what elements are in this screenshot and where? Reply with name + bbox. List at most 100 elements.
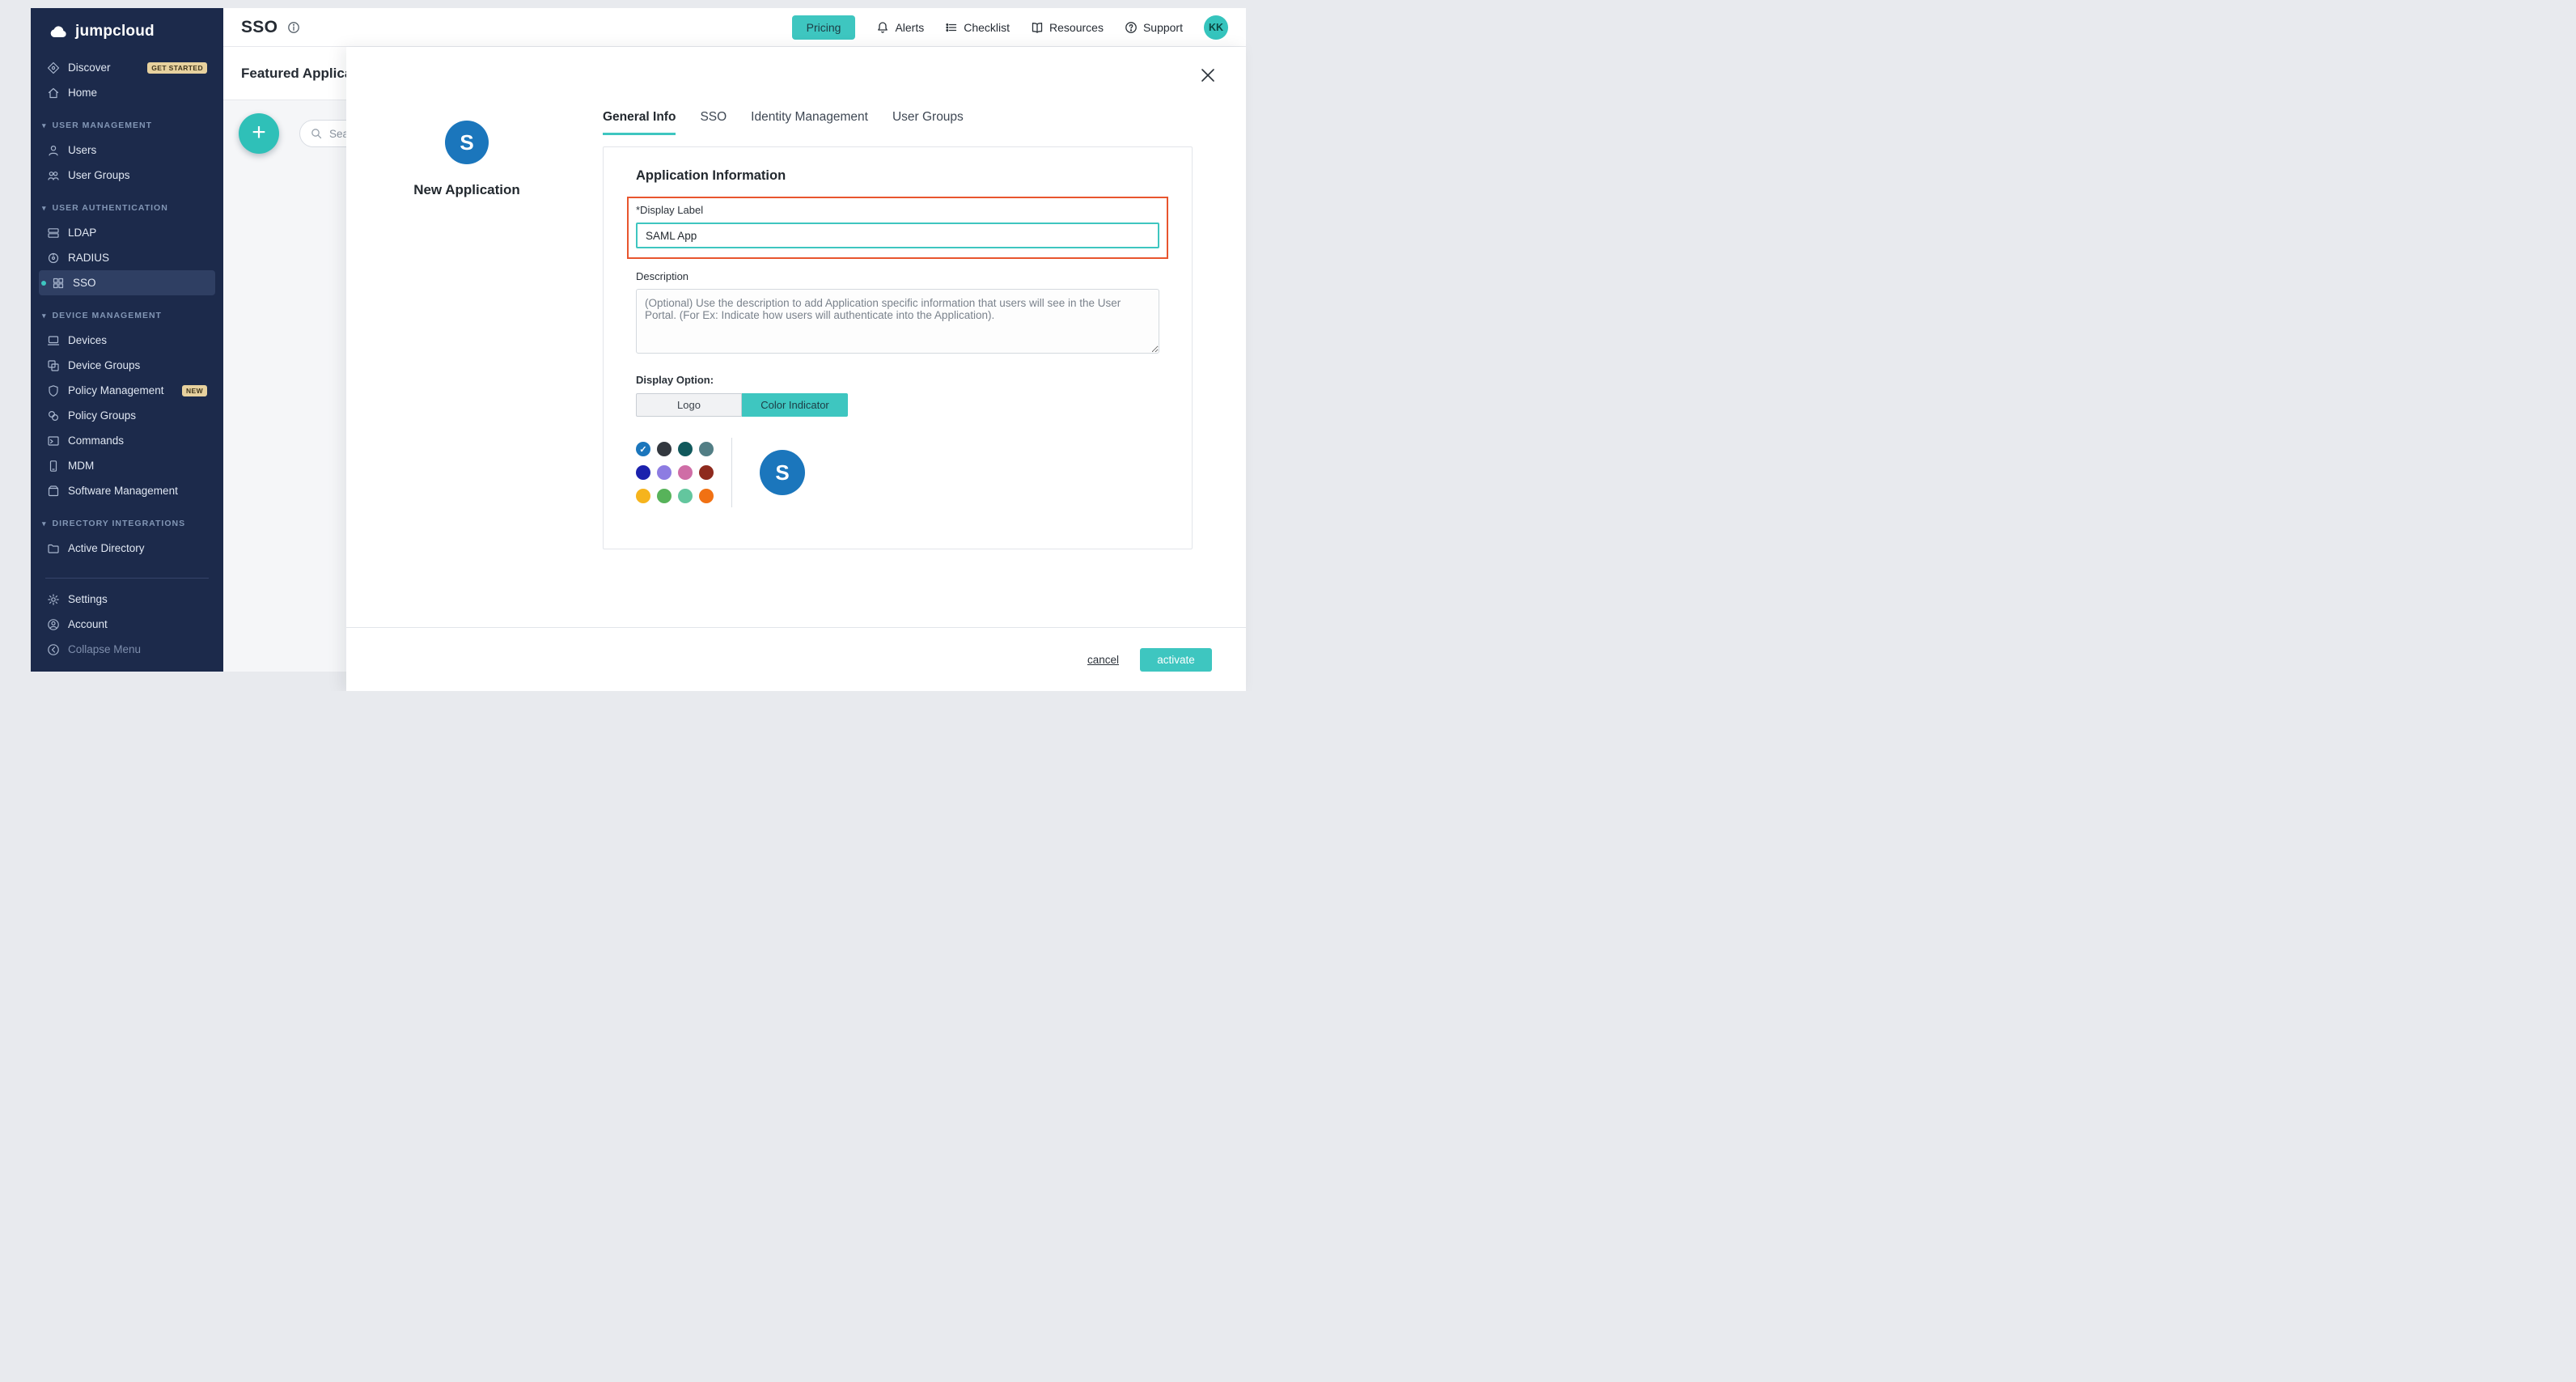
sidebar-item-label: Account xyxy=(68,618,108,630)
sidebar-item-ldap[interactable]: LDAP xyxy=(39,220,215,245)
alerts-button[interactable]: Alerts xyxy=(876,21,924,34)
sidebar-section-directory-integrations[interactable]: ▾ DIRECTORY INTEGRATIONS xyxy=(39,511,215,536)
tab-general-info[interactable]: General Info xyxy=(603,110,676,135)
sidebar-item-account[interactable]: Account xyxy=(39,612,215,637)
sidebar-item-commands[interactable]: Commands xyxy=(39,428,215,453)
panel-footer: cancel activate xyxy=(346,627,1246,691)
color-swatch[interactable] xyxy=(657,442,672,456)
color-swatch[interactable] xyxy=(678,465,693,480)
close-icon[interactable] xyxy=(1199,66,1217,84)
laptop-icon xyxy=(47,334,60,347)
sidebar-item-radius[interactable]: RADIUS xyxy=(39,245,215,270)
grid-icon xyxy=(52,277,65,290)
display-option-toggle: Logo Color Indicator xyxy=(636,393,848,417)
sidebar-item-policy-groups[interactable]: Policy Groups xyxy=(39,403,215,428)
sidebar-item-label: Discover xyxy=(68,61,111,74)
sidebar-item-label: Settings xyxy=(68,593,108,605)
cancel-link[interactable]: cancel xyxy=(1087,654,1119,666)
sidebar-item-policy-management[interactable]: Policy Management NEW xyxy=(39,378,215,403)
resources-button[interactable]: Resources xyxy=(1031,21,1104,34)
application-icon: S xyxy=(445,121,489,164)
application-title: New Application xyxy=(394,182,540,198)
sidebar-section-device-management[interactable]: ▾ DEVICE MANAGEMENT xyxy=(39,303,215,328)
description-label: Description xyxy=(636,270,1159,282)
info-icon[interactable] xyxy=(287,21,300,34)
description-textarea[interactable] xyxy=(636,289,1159,354)
sidebar-item-user-groups[interactable]: User Groups xyxy=(39,163,215,188)
terminal-icon xyxy=(47,435,60,447)
jumpcloud-logo[interactable]: jumpcloud xyxy=(31,8,223,50)
sidebar-item-label: Device Groups xyxy=(68,359,140,371)
sidebar-item-device-groups[interactable]: Device Groups xyxy=(39,353,215,378)
sidebar-item-label: Collapse Menu xyxy=(68,643,141,655)
sidebar-item-label: Commands xyxy=(68,435,124,447)
new-application-panel: S New Application General Info SSO Ident… xyxy=(346,47,1246,691)
sidebar-item-label: LDAP xyxy=(68,227,96,239)
checklist-icon xyxy=(945,21,958,34)
sidebar-item-users[interactable]: Users xyxy=(39,138,215,163)
sidebar-item-active-directory[interactable]: Active Directory xyxy=(39,536,215,561)
color-swatch[interactable] xyxy=(699,465,714,480)
vertical-divider xyxy=(731,438,732,507)
sidebar-item-discover[interactable]: Discover GET STARTED xyxy=(39,55,215,80)
user-icon xyxy=(47,144,60,157)
sidebar-item-label: Active Directory xyxy=(68,542,145,554)
color-swatch[interactable] xyxy=(657,465,672,480)
get-started-badge: GET STARTED xyxy=(147,62,207,74)
sidebar-item-home[interactable]: Home xyxy=(39,80,215,105)
chevron-down-icon: ▾ xyxy=(42,122,47,129)
sidebar-item-label: Home xyxy=(68,87,97,99)
sidebar-section-user-authentication[interactable]: ▾ USER AUTHENTICATION xyxy=(39,196,215,220)
color-swatch-selected[interactable] xyxy=(636,442,650,456)
display-label-input[interactable] xyxy=(636,223,1159,248)
sidebar-item-label: MDM xyxy=(68,460,94,472)
box-icon xyxy=(47,485,60,498)
panel-tabs: General Info SSO Identity Management Use… xyxy=(603,110,964,135)
gear-icon xyxy=(47,593,60,606)
color-swatch[interactable] xyxy=(636,489,650,503)
color-swatch[interactable] xyxy=(636,465,650,480)
sidebar: jumpcloud Discover GET STARTED Home ▾ US… xyxy=(31,8,223,672)
chevron-down-icon: ▾ xyxy=(42,205,47,212)
activate-button[interactable]: activate xyxy=(1140,648,1212,672)
sidebar-item-sso[interactable]: SSO xyxy=(39,270,215,295)
tab-user-groups[interactable]: User Groups xyxy=(892,110,964,135)
search-icon xyxy=(310,127,323,140)
sidebar-item-mdm[interactable]: MDM xyxy=(39,453,215,478)
sidebar-divider xyxy=(45,578,209,579)
color-indicator-toggle-button[interactable]: Color Indicator xyxy=(742,393,848,417)
sidebar-item-label: SSO xyxy=(73,277,96,289)
add-application-button[interactable]: + xyxy=(239,113,279,154)
avatar[interactable]: KK xyxy=(1204,15,1228,40)
tab-identity-management[interactable]: Identity Management xyxy=(751,110,868,135)
color-swatch[interactable] xyxy=(699,489,714,503)
pricing-button[interactable]: Pricing xyxy=(792,15,856,40)
section-title: DEVICE MANAGEMENT xyxy=(53,311,162,320)
page-title: SSO xyxy=(241,18,278,37)
card-title: Application Information xyxy=(636,168,1159,184)
shield-icon xyxy=(47,384,60,397)
sidebar-item-label: Devices xyxy=(68,334,107,346)
color-swatch[interactable] xyxy=(699,442,714,456)
sidebar-item-label: RADIUS xyxy=(68,252,109,264)
sidebar-item-devices[interactable]: Devices xyxy=(39,328,215,353)
sidebar-item-software-management[interactable]: Software Management xyxy=(39,478,215,503)
application-preview-column: S New Application xyxy=(394,121,540,198)
color-picker-row: S xyxy=(636,438,1159,507)
tab-sso[interactable]: SSO xyxy=(700,110,727,135)
server-icon xyxy=(47,227,60,240)
sidebar-section-user-management[interactable]: ▾ USER MANAGEMENT xyxy=(39,113,215,138)
color-swatch[interactable] xyxy=(678,442,693,456)
new-badge: NEW xyxy=(182,385,207,396)
checklist-button[interactable]: Checklist xyxy=(945,21,1010,34)
color-swatch[interactable] xyxy=(678,489,693,503)
color-swatch[interactable] xyxy=(657,489,672,503)
sidebar-item-collapse-menu[interactable]: Collapse Menu xyxy=(39,637,215,662)
bell-icon xyxy=(876,21,889,34)
stacked-squares-icon xyxy=(47,359,60,372)
sidebar-item-settings[interactable]: Settings xyxy=(39,587,215,612)
plus-icon: + xyxy=(252,121,266,145)
discover-icon xyxy=(47,61,60,74)
support-button[interactable]: Support xyxy=(1125,21,1183,34)
logo-toggle-button[interactable]: Logo xyxy=(636,393,742,417)
